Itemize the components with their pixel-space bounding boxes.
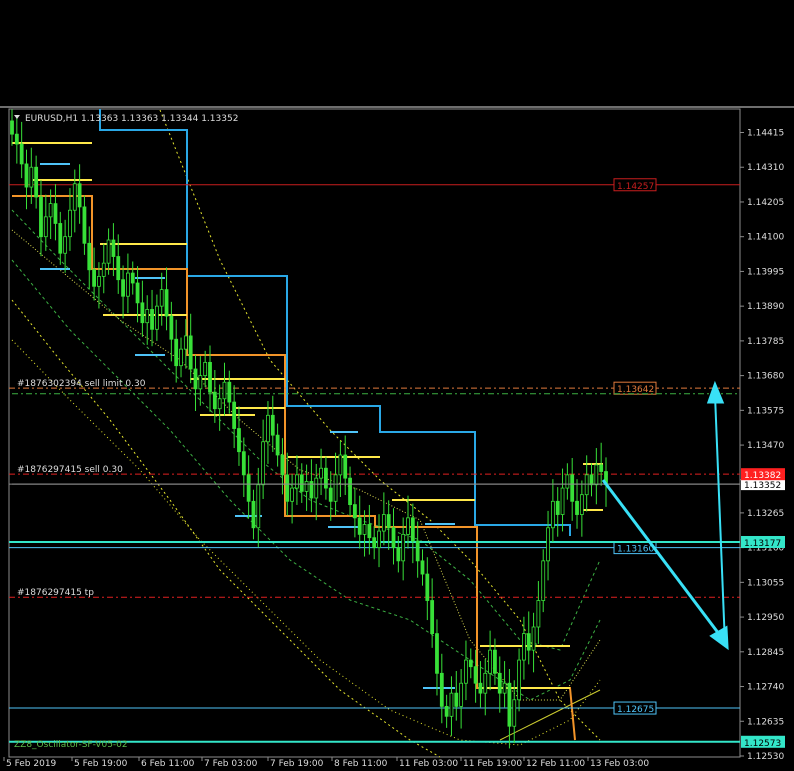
x-tick-label: 6 Feb 11:00: [141, 759, 195, 767]
low-line-label: 1.12675: [617, 705, 654, 715]
y-tick-label: 1.13995: [747, 267, 784, 277]
chart-area[interactable]: 1.14257 #1876302394 sell limit 0.30 1.1364…: [0, 0, 794, 769]
y-tick-label: 1.13055: [747, 578, 784, 588]
price-tag-label: 1.13177: [744, 539, 781, 549]
price-tag: 1.13177: [741, 535, 785, 549]
resistance-line-label-box: 1.14257: [613, 178, 657, 192]
x-tick-label: 8 Feb 11:00: [334, 759, 388, 767]
y-tick-label: 1.13680: [747, 372, 784, 382]
y-tick-label: 1.12740: [747, 683, 784, 693]
price-tag-label: 1.13382: [744, 471, 781, 481]
low-line-label-box: 1.12675: [613, 701, 657, 715]
x-tick-label: 13 Feb 03:00: [590, 759, 649, 767]
y-tick-label: 1.12530: [747, 752, 784, 762]
y-tick-label: 1.14310: [747, 163, 784, 173]
y-tick-label: 1.14415: [747, 129, 784, 139]
sell-limit-line-note: #1876302394 sell limit 0.30: [17, 379, 146, 389]
y-tick-label: 1.13575: [747, 406, 784, 416]
sell-line-note: #1876297415 sell 0.30: [17, 465, 123, 475]
y-tick-label: 1.13890: [747, 302, 784, 312]
y-tick-label: 1.12845: [747, 648, 784, 658]
x-tick-label: 11 Feb 19:00: [463, 759, 522, 767]
support-line-label: 1.13160: [617, 545, 654, 555]
resistance-line-label: 1.14257: [617, 182, 654, 192]
y-tick-label: 1.13785: [747, 337, 784, 347]
indicator-label: ZZ8_Oscillator-SF-V05-02: [14, 740, 128, 750]
y-tick-label: 1.13470: [747, 441, 784, 451]
x-tick-label: 5 Feb 2019: [6, 759, 57, 767]
price-tag: 1.13382: [741, 468, 785, 481]
y-tick-label: 1.12635: [747, 717, 784, 727]
y-tick-label: 1.14205: [747, 198, 784, 208]
y-tick-label: 1.13265: [747, 509, 784, 519]
symbol-header: EURUSD,H1 1.13363 1.13363 1.13344 1.1335…: [25, 114, 238, 124]
x-tick-label: 11 Feb 03:00: [399, 759, 458, 767]
x-tick-label: 12 Feb 11:00: [526, 759, 585, 767]
x-tick-label: 7 Feb 19:00: [270, 759, 324, 767]
sell-limit-line-label-box: 1.13642: [613, 381, 657, 395]
tp-line-note: #1876297415 tp: [17, 588, 94, 598]
x-tick-label: 5 Feb 19:00: [74, 759, 128, 767]
y-tick-label: 1.14100: [747, 233, 784, 243]
x-tick-label: 7 Feb 03:00: [204, 759, 258, 767]
price-tag: 1.12573: [741, 735, 785, 749]
current-price-label: 1.13352: [744, 481, 781, 491]
price-tag-label: 1.12573: [744, 739, 781, 749]
sell-limit-line-label: 1.13642: [617, 385, 654, 395]
y-tick-label: 1.12950: [747, 613, 784, 623]
